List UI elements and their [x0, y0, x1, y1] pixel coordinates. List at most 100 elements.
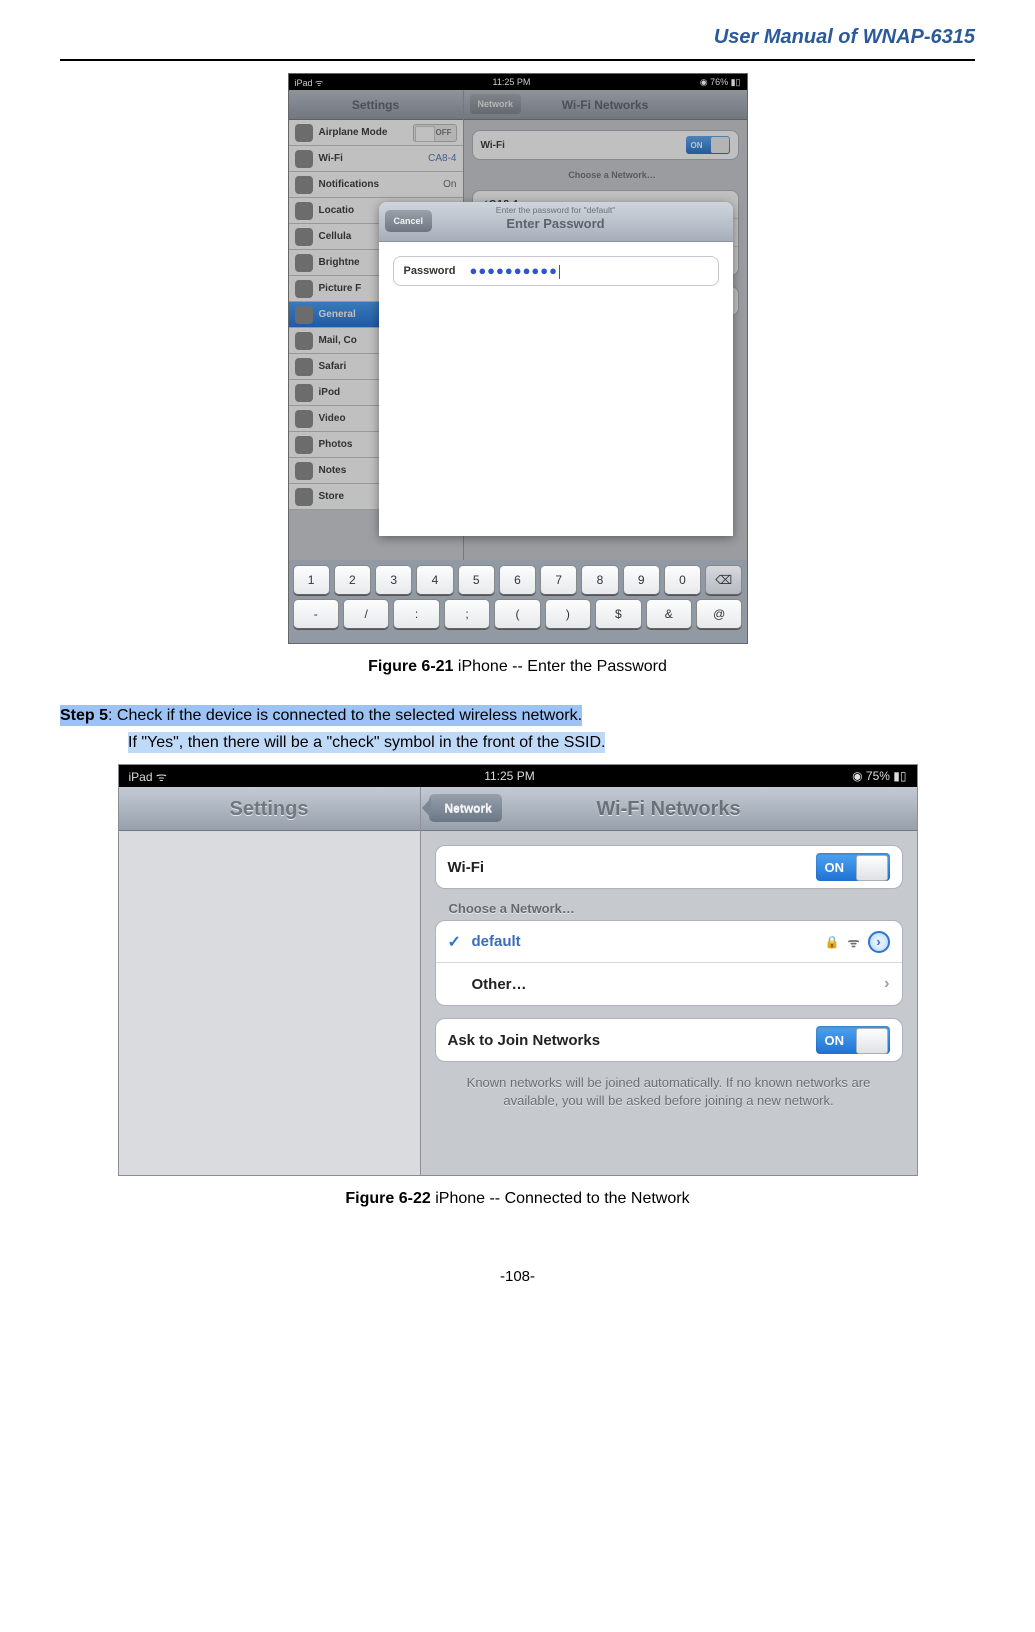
screenshot-connected: iPad ᯤ 11:25 PM ◉ 75% ▮▯ Settings Networ…	[118, 764, 918, 1176]
status-battery: ◉ 76% ▮▯	[700, 77, 741, 88]
row-icon	[295, 332, 313, 350]
row-label: Store	[319, 491, 345, 502]
key[interactable]: $	[595, 599, 641, 629]
password-field[interactable]: Password ●●●●●●●●●●	[393, 256, 719, 286]
off-toggle[interactable]: OFF	[413, 124, 457, 142]
onscreen-keyboard: 1234567890⌫ -/:;()$&@	[289, 560, 747, 643]
row-icon	[295, 384, 313, 402]
key[interactable]: 3	[375, 565, 412, 595]
row-icon	[295, 358, 313, 376]
choose-network-label: Choose a Network…	[478, 170, 747, 180]
chevron-icon: ›	[884, 975, 889, 993]
row-label: Wi-Fi	[319, 153, 343, 164]
panel-title: Wi-Fi Networks	[596, 798, 740, 820]
row-label: Brightne	[319, 257, 360, 268]
row-icon	[295, 306, 313, 324]
row-icon	[295, 436, 313, 454]
sidebar-item[interactable]: Airplane Mode OFF	[289, 120, 463, 146]
panel-header: Network Wi-Fi Networks	[464, 90, 747, 120]
detail-icon[interactable]: ›	[868, 931, 890, 953]
lock-icon: 🔒	[825, 935, 840, 949]
ask-join-row[interactable]: Ask to Join Networks ON	[436, 1019, 902, 1061]
key[interactable]: 7	[540, 565, 577, 595]
ask-join-label: Ask to Join Networks	[448, 1032, 601, 1049]
key[interactable]: :	[393, 599, 439, 629]
key[interactable]: )	[545, 599, 591, 629]
row-icon	[295, 176, 313, 194]
status-left: iPad ᯤ	[295, 76, 324, 89]
row-icon	[295, 124, 313, 142]
back-button[interactable]: Network	[470, 94, 522, 114]
key[interactable]: 6	[499, 565, 536, 595]
status-bar: iPad ᯤ 11:25 PM ◉ 75% ▮▯	[119, 765, 917, 787]
row-label: Notifications	[319, 179, 380, 190]
network-row-default[interactable]: ✓ default 🔒 ᯤ ›	[436, 921, 902, 963]
row-label: Photos	[319, 439, 353, 450]
row-icon	[295, 254, 313, 272]
key[interactable]: (	[494, 599, 540, 629]
wifi-on-toggle[interactable]: ON	[686, 136, 730, 154]
row-label: iPod	[319, 387, 341, 398]
row-label: Picture F	[319, 283, 362, 294]
row-icon	[295, 488, 313, 506]
row-label: Safari	[319, 361, 347, 372]
sidebar-title: Settings	[289, 90, 463, 120]
hint-text: Known networks will be joined automatica…	[435, 1074, 903, 1109]
key[interactable]: 2	[334, 565, 371, 595]
panel-header: Network Wi-Fi Networks	[421, 787, 917, 831]
key[interactable]: 4	[416, 565, 453, 595]
key[interactable]: 8	[581, 565, 618, 595]
row-label: General	[319, 309, 356, 320]
status-time: 11:25 PM	[493, 77, 531, 87]
sidebar-item[interactable]: Wi-Fi CA8-4	[289, 146, 463, 172]
row-label: Mail, Co	[319, 335, 357, 346]
key[interactable]: 5	[458, 565, 495, 595]
status-time: 11:25 PM	[484, 769, 534, 783]
choose-network-label: Choose a Network…	[449, 901, 903, 916]
network-name: default	[472, 933, 521, 950]
status-bar: iPad ᯤ 11:25 PM ◉ 76% ▮▯	[289, 74, 747, 90]
panel-title: Wi-Fi Networks	[562, 98, 649, 112]
row-label: Airplane Mode	[319, 127, 388, 138]
ask-join-toggle[interactable]: ON	[816, 1026, 890, 1054]
key[interactable]: /	[343, 599, 389, 629]
row-icon	[295, 202, 313, 220]
row-value: CA8-4	[428, 153, 456, 164]
row-label: Locatio	[319, 205, 355, 216]
status-battery: ◉ 75% ▮▯	[852, 769, 906, 783]
row-icon	[295, 280, 313, 298]
key[interactable]: ;	[444, 599, 490, 629]
wifi-toggle-row[interactable]: Wi-Fi ON	[473, 131, 738, 159]
row-label: Notes	[319, 465, 347, 476]
row-value: On	[443, 179, 456, 190]
sidebar-item[interactable]: Notifications On	[289, 172, 463, 198]
key[interactable]: 9	[623, 565, 660, 595]
status-left: iPad ᯤ	[129, 768, 167, 785]
key[interactable]: 1	[293, 565, 330, 595]
figure-caption-1: Figure 6-21 iPhone -- Enter the Password	[60, 658, 975, 676]
back-button[interactable]: Network	[429, 794, 502, 822]
key[interactable]: -	[293, 599, 339, 629]
password-modal: Cancel Enter the password for "default" …	[379, 202, 733, 536]
password-label: Password	[404, 265, 456, 277]
cancel-button[interactable]: Cancel	[385, 210, 433, 232]
row-icon	[295, 228, 313, 246]
other-label: Other…	[472, 976, 527, 993]
network-row-other[interactable]: Other… ›	[436, 963, 902, 1005]
key[interactable]: ⌫	[705, 565, 742, 595]
key[interactable]: 0	[664, 565, 701, 595]
key[interactable]: @	[696, 599, 742, 629]
row-label: Video	[319, 413, 346, 424]
row-icon	[295, 462, 313, 480]
wifi-toggle-row[interactable]: Wi-Fi ON	[436, 846, 902, 888]
row-icon	[295, 150, 313, 168]
page-number: -108-	[60, 1268, 975, 1285]
row-label: Cellula	[319, 231, 352, 242]
key[interactable]: &	[646, 599, 692, 629]
step-5-text: Step 5: Check if the device is connected…	[60, 702, 975, 756]
wifi-icon: ᯤ	[848, 933, 860, 951]
check-icon: ✓	[448, 932, 464, 952]
doc-header: User Manual of WNAP-6315	[60, 20, 975, 61]
sidebar-title: Settings	[119, 787, 420, 831]
wifi-on-toggle[interactable]: ON	[816, 853, 890, 881]
